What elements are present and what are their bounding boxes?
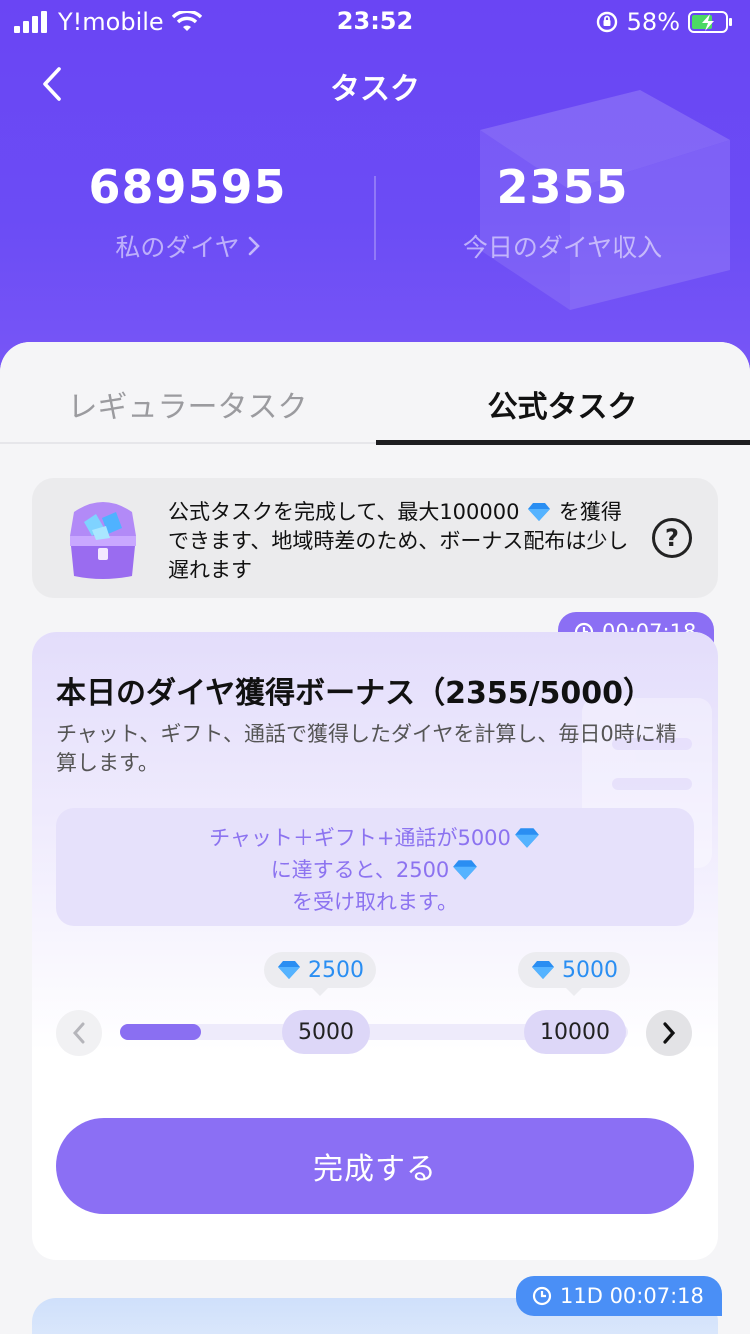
rotation-lock-icon (596, 11, 617, 33)
reward-bubble-2: 5000 (518, 952, 630, 996)
progress-fill (120, 1024, 202, 1040)
hint-line-3: を受け取れます。 (56, 886, 694, 918)
milestone-1: 5000 (282, 1010, 370, 1054)
milestone-2: 10000 (524, 1010, 626, 1054)
info-banner: 公式タスクを完成して、最大100000 を獲得できます、地域時差のため、ボーナス… (32, 478, 718, 598)
content-sheet: レギュラータスク 公式タスク 公式タスクを完成して、最大100000 を獲得でき… (0, 342, 750, 1334)
today-income-value: 2355 (496, 160, 629, 214)
status-bar: Y!mobile 23:52 58% (0, 0, 750, 40)
diamond-icon (278, 961, 300, 979)
my-diamonds-label: 私のダイヤ (115, 233, 240, 262)
progress-area: 2500 5000 5000 10000 (32, 952, 718, 1072)
help-button[interactable]: ? (652, 518, 692, 558)
reward-value-2: 5000 (562, 957, 618, 983)
hint-line-3-text: を受け取れます。 (292, 890, 458, 914)
my-diamonds-stat[interactable]: 689595 私のダイヤ (0, 160, 375, 264)
hint-line-1-text: チャット＋ギフト+通話が5000 (209, 826, 511, 850)
hint-line-2-text: に達すると、2500 (270, 858, 450, 882)
task-hint-box: チャット＋ギフト+通話が5000 に達すると、2500 を受け取れます。 (56, 808, 694, 926)
my-diamonds-label-row: 私のダイヤ (0, 228, 375, 264)
next-task-timer-badge: 11D 00:07:18 (516, 1276, 722, 1316)
info-text: 公式タスクを完成して、最大100000 を獲得できます、地域時差のため、ボーナス… (168, 498, 638, 585)
info-text-part1: 公式タスクを完成して、最大100000 (168, 500, 520, 524)
treasure-chest-icon (70, 502, 136, 579)
page-title: タスク (330, 72, 420, 107)
clock-icon (532, 1286, 552, 1306)
chevron-left-icon (72, 1022, 85, 1044)
stats-panel: 689595 私のダイヤ 2355 今日のダイヤ収入 (0, 160, 750, 280)
diamond-icon (453, 860, 478, 880)
scroll-right-button[interactable] (646, 1010, 692, 1056)
chevron-right-icon (248, 236, 260, 256)
task-title: 本日のダイヤ獲得ボーナス（2355/5000） (56, 676, 654, 711)
nav-bar: タスク (0, 58, 750, 110)
my-diamonds-value: 689595 (88, 160, 287, 214)
task-card: 本日のダイヤ獲得ボーナス（2355/5000） チャット、ギフト、通話で獲得した… (32, 632, 718, 1260)
diamond-icon (515, 828, 539, 848)
reward-bubble-1: 2500 (264, 952, 376, 996)
diamond-icon (528, 503, 551, 521)
active-tab-indicator (376, 440, 750, 445)
today-income-label: 今日のダイヤ収入 (462, 233, 663, 262)
tab-official-tasks[interactable]: 公式タスク (375, 382, 750, 426)
tab-regular-tasks[interactable]: レギュラータスク (0, 382, 375, 426)
battery-percent: 58% (626, 8, 680, 36)
chevron-right-icon (663, 1022, 676, 1044)
battery-charging-icon (688, 11, 732, 33)
reward-value-1: 2500 (308, 957, 364, 983)
tab-bar: レギュラータスク 公式タスク (0, 342, 750, 446)
task-description: チャット、ギフト、通話で獲得したダイヤを計算し、毎日0時に精算します。 (56, 722, 677, 775)
scroll-left-button[interactable] (56, 1010, 102, 1056)
next-task-timer-text: 11D 00:07:18 (560, 1284, 704, 1308)
complete-button[interactable]: 完成する (56, 1118, 694, 1214)
diamond-icon (532, 961, 554, 979)
hint-line-2: に達すると、2500 (56, 854, 694, 886)
header-hero: Y!mobile 23:52 58% タスク 689595 私のダイヤ 2355… (0, 0, 750, 400)
hint-line-1: チャット＋ギフト+通話が5000 (56, 822, 694, 854)
today-income-stat: 2355 今日のダイヤ収入 (375, 160, 750, 264)
